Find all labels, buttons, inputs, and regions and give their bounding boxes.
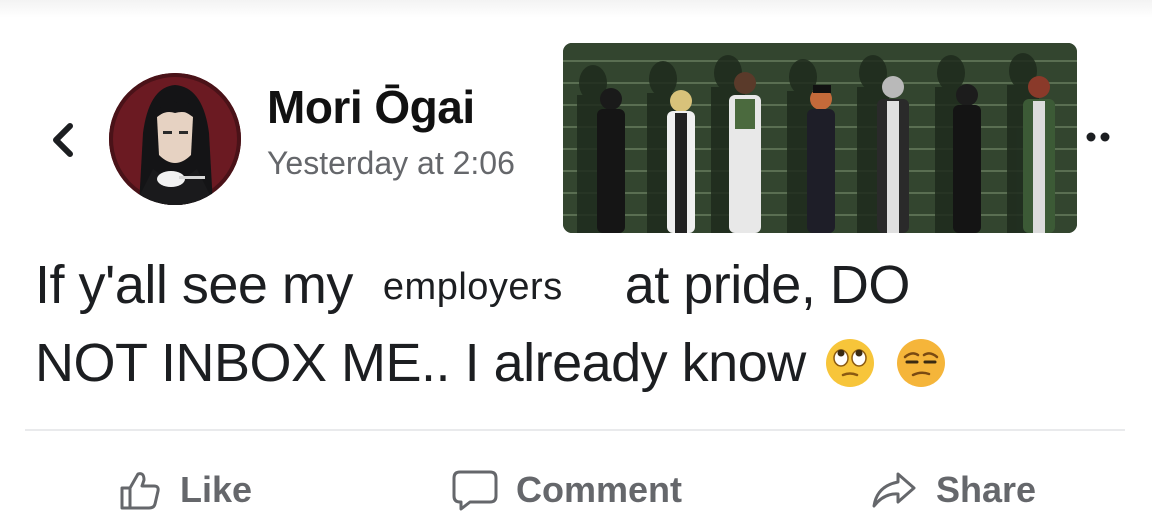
post-text-before: If y'all see my [35, 255, 353, 315]
share-button[interactable]: Share [870, 462, 1036, 518]
post-text-line-1: If y'all see my employers at pride, DO [35, 246, 1135, 324]
comment-button[interactable]: Comment [452, 462, 682, 518]
post-text-edited-word: employers [382, 266, 563, 308]
unamused-emoji-icon [896, 339, 945, 387]
post-text: If y'all see my employers at pride, DO NOT… [35, 246, 1135, 402]
thumbs-up-icon [120, 472, 160, 510]
post-text-line-2: NOT INBOX ME.. I already know [35, 324, 1135, 402]
lineup-image [563, 43, 1077, 233]
more-options-icon[interactable] [1085, 130, 1115, 142]
like-label: Like [180, 469, 253, 510]
author-name[interactable]: Mori Ōgai [267, 80, 475, 134]
eye-roll-emoji-icon [826, 339, 875, 387]
avatar[interactable] [109, 73, 241, 205]
top-strip [0, 0, 1152, 18]
back-chevron-icon[interactable] [44, 118, 84, 162]
post-text-line-2-text: NOT INBOX ME.. I already know [35, 333, 806, 393]
post-text-after: at pride, DO [624, 255, 911, 315]
share-arrow-icon [872, 472, 916, 508]
divider [25, 429, 1125, 431]
comment-label: Comment [516, 469, 683, 510]
post-timestamp[interactable]: Yesterday at 2:06 [267, 145, 515, 182]
share-label: Share [936, 469, 1037, 510]
speech-bubble-icon [452, 470, 498, 511]
like-button[interactable]: Like [118, 462, 252, 518]
